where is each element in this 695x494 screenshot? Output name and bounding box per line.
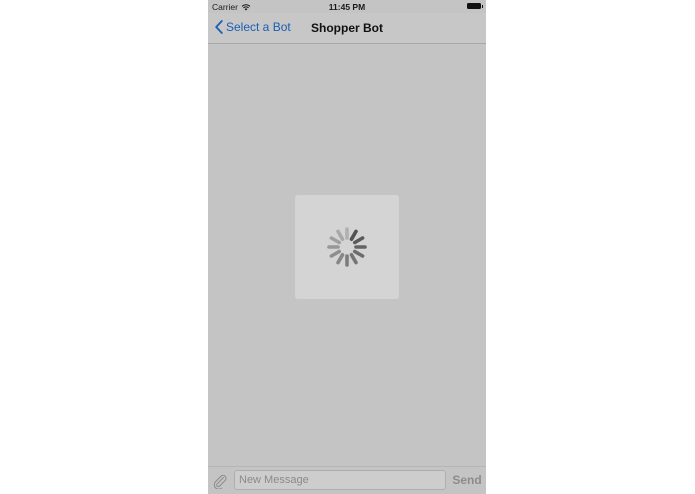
- spinner-spoke: [336, 252, 345, 265]
- spinner-spoke: [329, 249, 342, 258]
- spinner-spoke: [336, 229, 345, 242]
- spinner-spoke: [329, 236, 342, 245]
- spinner-spoke: [349, 229, 358, 242]
- loading-indicator: [295, 195, 399, 299]
- message-composer: Send: [208, 466, 486, 494]
- paperclip-icon[interactable]: [212, 473, 228, 489]
- status-bar: Carrier 11:45 PM: [208, 0, 486, 13]
- navigation-bar: Select a Bot Shopper Bot: [208, 13, 486, 44]
- send-button[interactable]: Send: [451, 473, 483, 487]
- spinner-spoke: [352, 249, 365, 258]
- spinner-icon: [327, 227, 367, 267]
- app-screen: Carrier 11:45 PM Select a Bot Shopper Bo…: [208, 0, 486, 494]
- status-time: 11:45 PM: [328, 2, 366, 12]
- battery-icon: [467, 3, 483, 9]
- spinner-spoke: [349, 252, 358, 265]
- spinner-spoke: [352, 236, 365, 245]
- page-title: Shopper Bot: [311, 21, 383, 35]
- message-input[interactable]: [234, 470, 446, 490]
